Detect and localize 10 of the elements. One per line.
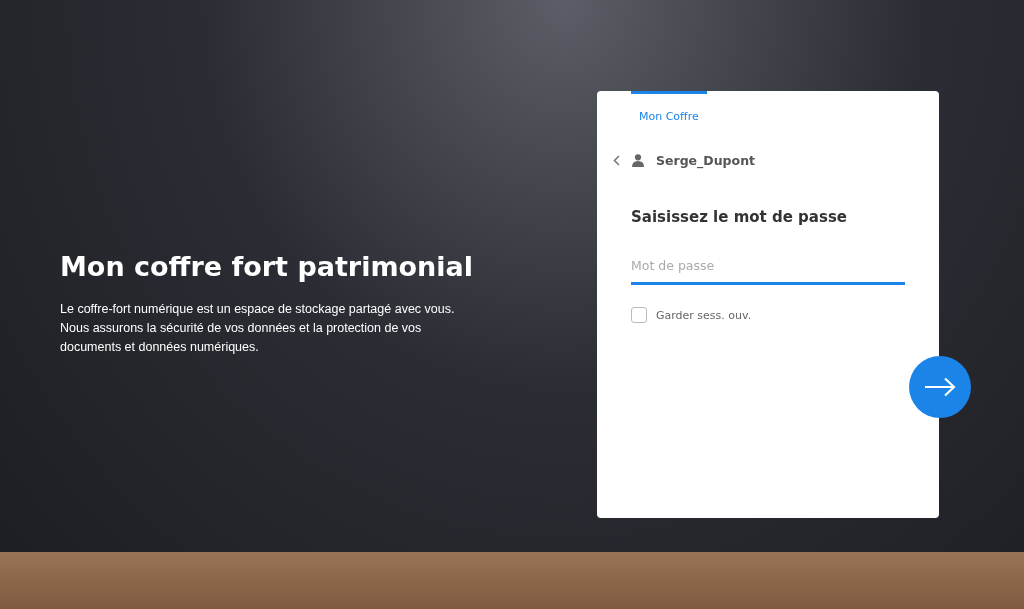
form-heading: Saisissez le mot de passe [631,208,848,226]
user-name: Serge_Dupont [656,153,755,168]
tab[interactable]: Mon Coffre [631,91,707,127]
user-icon [632,154,644,167]
arrow-right-icon [924,377,956,397]
checkbox-label: Garder sess. ouv. [656,308,752,322]
page-title: Mon coffre fort patrimonial [60,251,475,282]
back-icon[interactable] [613,155,620,166]
description-text: Le coffre-fort numérique est un espace de stockage partagé avec vous. Nous assurons la sécurité de vos données et la protection de vos documents et données numériques. [60,301,456,356]
checkbox[interactable] [631,307,647,323]
